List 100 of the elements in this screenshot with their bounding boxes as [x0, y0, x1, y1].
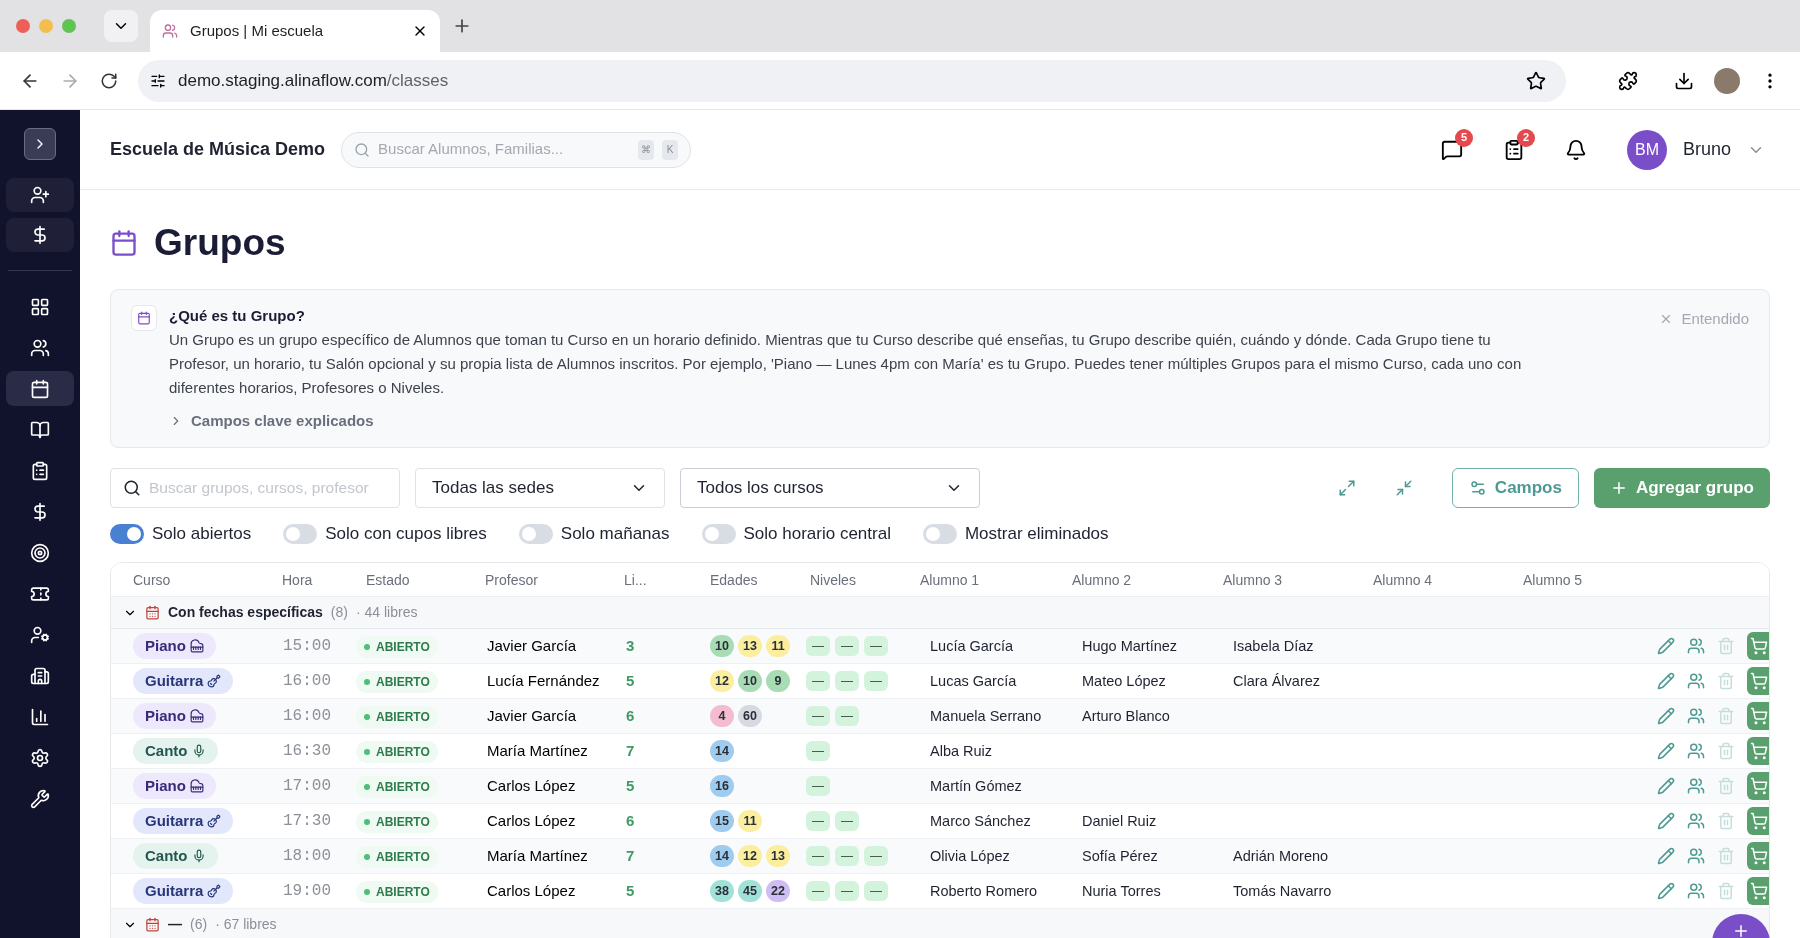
users-icon[interactable] — [1687, 742, 1705, 760]
cart-button[interactable] — [1747, 702, 1769, 730]
add-group-button[interactable]: Agregar grupo — [1593, 468, 1770, 508]
group-title: — — [168, 915, 182, 934]
edit-icon[interactable] — [1657, 707, 1675, 725]
info-title: ¿Qué es tu Grupo? — [169, 306, 306, 326]
column-header[interactable]: Curso — [133, 571, 171, 588]
time-text: 16:00 — [283, 672, 331, 690]
column-header[interactable]: Alumno 5 — [1523, 571, 1583, 588]
column-header[interactable]: Edades — [710, 571, 758, 588]
status-tag: ABIERTO — [356, 846, 438, 868]
expand-icon[interactable] — [1337, 479, 1356, 497]
age-badge: 9 — [766, 670, 790, 692]
column-header[interactable]: Alumno 4 — [1373, 571, 1433, 588]
shortcut-key: ⌘ — [638, 139, 655, 160]
cart-button[interactable] — [1747, 877, 1769, 905]
toggle-switch[interactable] — [518, 524, 553, 544]
age-badge: 4 — [710, 705, 734, 727]
users-icon — [30, 337, 50, 358]
level-tag: — — [864, 846, 888, 866]
age-badge: 14 — [710, 845, 734, 867]
search-icon — [354, 141, 371, 158]
course-select[interactable]: Todos los cursos — [680, 468, 980, 508]
reload-icon[interactable] — [100, 71, 118, 90]
toggle-switch[interactable] — [283, 524, 318, 544]
column-header[interactable]: Hora — [282, 571, 313, 588]
edit-icon[interactable] — [1657, 742, 1675, 760]
close-window-icon[interactable] — [16, 19, 30, 33]
column-header[interactable]: Profesor — [485, 571, 538, 588]
level-tag: — — [835, 881, 859, 901]
edit-icon[interactable] — [1657, 882, 1675, 900]
global-search-field[interactable]: Buscar Alumnos, Familias... ⌘ K — [341, 131, 692, 168]
tab-title: Grupos | Mi escuela — [190, 20, 325, 41]
expand-link[interactable]: Campos clave explicados — [169, 409, 1648, 432]
age-badge: 60 — [738, 705, 762, 727]
column-header[interactable]: Alumno 2 — [1072, 571, 1132, 588]
cart-button[interactable] — [1747, 772, 1769, 800]
bell-icon[interactable] — [1564, 138, 1587, 161]
edit-icon[interactable] — [1657, 672, 1675, 690]
users-icon[interactable] — [1687, 637, 1705, 655]
toggle-label: Solo mañanas — [560, 523, 670, 546]
column-header[interactable]: Estado — [366, 571, 410, 588]
fields-button[interactable]: Campos — [1451, 468, 1579, 508]
extensions-icon[interactable] — [1618, 70, 1638, 91]
group-title: Con fechas específicas — [168, 603, 323, 622]
toggle-label: Mostrar eliminados — [964, 523, 1109, 546]
edit-icon[interactable] — [1657, 777, 1675, 795]
location-select[interactable]: Todas las sedes — [415, 468, 665, 508]
profile-avatar[interactable] — [1714, 67, 1740, 94]
column-header[interactable]: Li... — [624, 571, 647, 588]
column-header[interactable]: Alumno 3 — [1223, 571, 1283, 588]
student-name: Adrián Moreno — [1233, 847, 1329, 864]
sidebar-item[interactable] — [6, 371, 74, 406]
cart-button[interactable] — [1747, 737, 1769, 765]
cart-button[interactable] — [1747, 842, 1769, 870]
users-icon[interactable] — [1687, 882, 1705, 900]
download-icon[interactable] — [1674, 70, 1694, 91]
toggle-switch[interactable] — [922, 524, 957, 544]
users-icon[interactable] — [1687, 812, 1705, 830]
expand-sidebar-button[interactable] — [24, 128, 56, 160]
edit-icon[interactable] — [1657, 812, 1675, 830]
edit-icon[interactable] — [1657, 847, 1675, 865]
cart-button[interactable] — [1747, 807, 1769, 835]
column-header[interactable]: Alumno 1 — [920, 571, 980, 588]
address-bar[interactable]: demo.staging.alinaflow.com/classes — [138, 59, 1566, 102]
edit-icon[interactable] — [1657, 637, 1675, 655]
course-tag: Guitarra — [133, 808, 234, 834]
free-count: 5 — [626, 671, 635, 689]
search-icon — [123, 479, 141, 497]
grid-icon — [30, 296, 50, 317]
bookmark-star-icon[interactable] — [1526, 70, 1546, 91]
users-icon[interactable] — [1687, 707, 1705, 725]
users-icon[interactable] — [1687, 777, 1705, 795]
zoom-window-icon[interactable] — [62, 19, 76, 33]
users-icon[interactable] — [1687, 847, 1705, 865]
group-header-row[interactable]: — (6) · 67 libres — [111, 909, 1769, 938]
toggle-switch[interactable] — [110, 524, 144, 544]
column-header[interactable]: Niveles — [810, 571, 856, 588]
student-name: Isabela Díaz — [1233, 637, 1314, 654]
piano-icon — [189, 709, 204, 723]
group-header-row[interactable]: Con fechas específicas (8) · 44 libres — [111, 597, 1769, 629]
tab-list-button[interactable] — [104, 10, 138, 42]
time-text: 17:30 — [283, 812, 331, 830]
level-tag: — — [806, 846, 830, 866]
free-count: 7 — [626, 741, 635, 759]
cart-button[interactable] — [1747, 667, 1769, 695]
user-name: Bruno — [1682, 138, 1731, 161]
browser-tab[interactable]: Grupos | Mi escuela — [150, 10, 440, 52]
plus-icon — [1732, 922, 1750, 938]
free-count: 3 — [626, 636, 635, 654]
collapse-icon[interactable] — [1394, 479, 1413, 497]
microphone-icon — [191, 849, 206, 863]
users-icon[interactable] — [1687, 672, 1705, 690]
user-avatar[interactable]: BM — [1626, 129, 1667, 170]
course-tag: Guitarra — [133, 668, 234, 694]
messages-icon[interactable] — [1440, 138, 1463, 161]
toggle-switch[interactable] — [701, 524, 736, 544]
quick-action-button[interactable] — [6, 218, 74, 252]
cart-button[interactable] — [1747, 632, 1769, 660]
quick-action-button[interactable] — [6, 178, 74, 212]
